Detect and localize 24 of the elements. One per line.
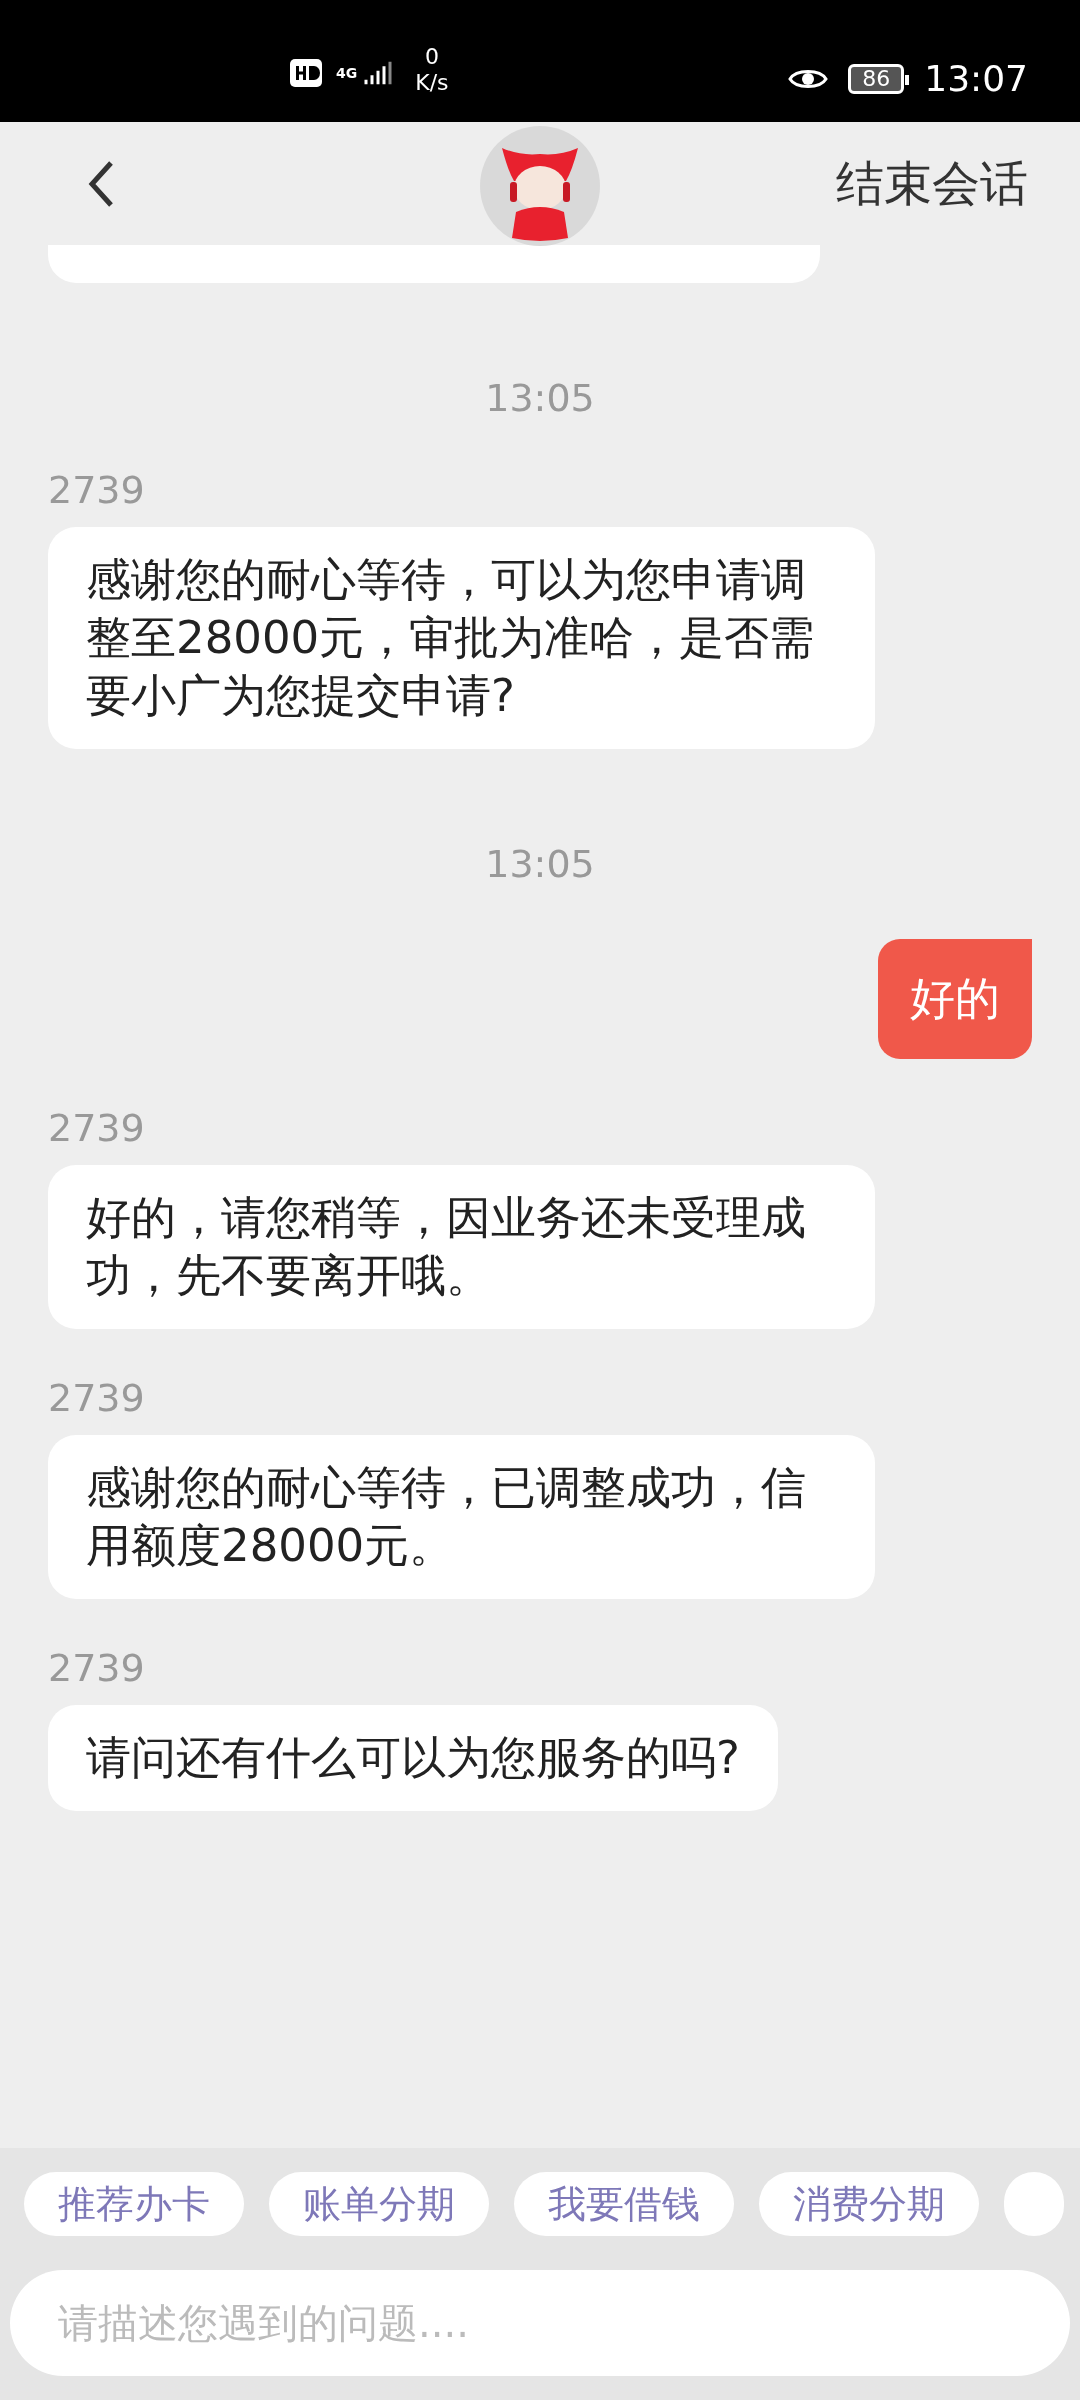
speed-value: 0 xyxy=(424,44,439,70)
quick-reply-chip[interactable]: 推荐办卡 xyxy=(24,2172,244,2236)
timestamp: 13:05 xyxy=(485,841,595,887)
quick-reply-chip[interactable]: 账单分期 xyxy=(269,2172,489,2236)
status-time: 13:07 xyxy=(924,58,1028,99)
timestamp: 13:05 xyxy=(485,375,595,421)
hd-icon xyxy=(290,59,322,87)
message-bubble: 好的，请您稍等，因业务还未受理成功，先不要离开哦。 xyxy=(48,1165,875,1329)
sender-id: 2739 xyxy=(48,1375,146,1421)
sender-id: 2739 xyxy=(48,467,146,513)
message-bubble: 请问还有什么可以为您服务的吗? xyxy=(48,1705,778,1811)
message-bubble: 感谢您的耐心等待，已调整成功，信用额度28000元。 xyxy=(48,1435,875,1599)
end-chat-button[interactable]: 结束会话 xyxy=(836,151,1028,216)
message-bubble: 好的 xyxy=(878,939,1032,1059)
quick-reply-chip[interactable]: 我要借钱 xyxy=(514,2172,734,2236)
message-bubble: 感谢您的耐心等待，可以为您申请调整至28000元，审批为准哈，是否需要小广为您提交申请? xyxy=(48,527,875,749)
sender-id: 2739 xyxy=(48,1645,146,1691)
message-input[interactable]: 请描述您遇到的问题.... xyxy=(10,2270,1070,2376)
quick-reply-chip[interactable]: 消费分期 xyxy=(759,2172,979,2236)
sender-id: 2739 xyxy=(48,1105,146,1151)
signal-icon xyxy=(363,61,394,85)
avatar-icon xyxy=(480,126,600,246)
speed-unit: K/s xyxy=(415,70,449,96)
network-label: 4G xyxy=(336,65,358,81)
